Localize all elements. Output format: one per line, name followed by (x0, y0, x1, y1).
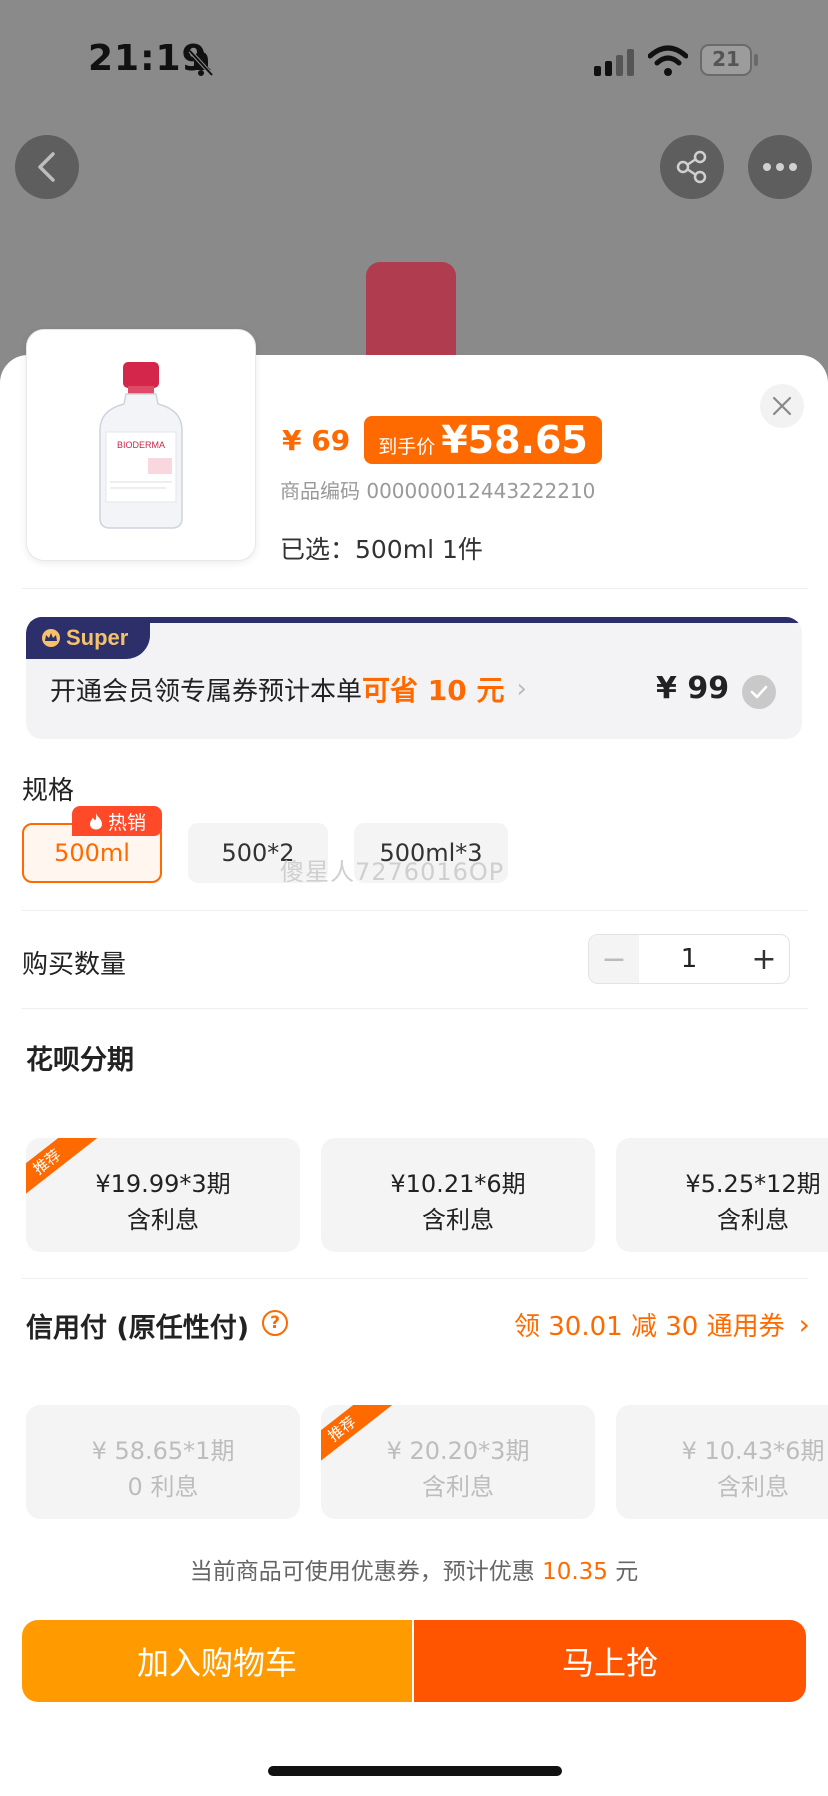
quantity-value[interactable]: 1 (639, 935, 739, 983)
plan-amount: ¥10.21*6期 (390, 1170, 526, 1198)
credit-plan-3[interactable]: 推荐 ¥ 20.20*3期 含利息 (321, 1405, 595, 1519)
share-icon (676, 150, 707, 184)
coupon-discount-note: 当前商品可使用优惠券，预计优惠 10.35 元 (0, 1552, 828, 1586)
spec-label: 规格 (22, 776, 75, 806)
add-to-cart-button[interactable]: 加入购物车 (22, 1620, 412, 1702)
credit-pay-title: 信用付 (原任性付) (26, 1313, 250, 1344)
buy-now-button[interactable]: 马上抢 (414, 1620, 806, 1702)
close-button[interactable] (760, 384, 804, 428)
super-tag-text: Super (66, 625, 129, 650)
plan-amount: ¥ 58.65*1期 (91, 1437, 235, 1465)
divider (22, 910, 808, 911)
flame-icon (89, 813, 102, 830)
back-button[interactable] (15, 135, 79, 199)
quantity-decrease-button[interactable]: − (589, 935, 639, 983)
credit-plan-6[interactable]: ¥ 10.43*6期 含利息 (616, 1405, 828, 1519)
final-price-value: ¥58.65 (441, 418, 588, 462)
plan-interest: 含利息 (422, 1473, 494, 1501)
battery-level: 21 (712, 47, 740, 71)
mute-bell-icon (188, 49, 214, 77)
super-promo-label: 开通会员领专属券预计本单 (50, 676, 363, 707)
chevron-left-icon (38, 152, 55, 182)
super-checkbox[interactable] (742, 675, 776, 709)
huabei-plan-6[interactable]: ¥10.21*6期 含利息 (321, 1138, 595, 1252)
huabei-plan-3[interactable]: 推荐 ¥19.99*3期 含利息 (26, 1138, 300, 1252)
plan-amount: ¥19.99*3期 (95, 1170, 231, 1198)
final-price-label: 到手价 (378, 436, 436, 458)
plan-interest: 含利息 (422, 1206, 494, 1234)
product-brand-text: BIODERMA (117, 440, 165, 450)
super-membership-banner[interactable]: Super 开通会员领专属券预计本单 可省 10 元 › ¥ 99 (26, 617, 802, 739)
quantity-stepper: − 1 + (588, 934, 790, 984)
super-tag: Super (26, 617, 150, 659)
signal-icon (594, 49, 634, 76)
price-row: ¥ 69 到手价 ¥58.65 (282, 416, 602, 464)
quantity-increase-button[interactable]: + (739, 935, 789, 983)
battery-icon: 21 (700, 44, 758, 76)
super-save-amount: 可省 10 元 (362, 674, 505, 707)
discount-note-prefix: 当前商品可使用优惠券，预计优惠 (189, 1559, 543, 1585)
discount-amount: 10.35 (542, 1559, 608, 1585)
more-button[interactable] (748, 135, 812, 199)
status-bar: 21:19 21 (0, 0, 828, 120)
home-indicator[interactable] (268, 1766, 562, 1776)
huabei-plan-12[interactable]: ¥5.25*12期 含利息 (616, 1138, 828, 1252)
plan-interest: 0 利息 (127, 1473, 199, 1501)
coupon-link[interactable]: 领 30.01 减 30 通用券 › (514, 1306, 810, 1343)
super-promo-text: 开通会员领专属券预计本单 可省 10 元 › (50, 659, 527, 719)
share-button[interactable] (660, 135, 724, 199)
final-price-badge: 到手价 ¥58.65 (364, 416, 602, 464)
divider (22, 1278, 808, 1279)
quantity-label: 购买数量 (22, 950, 127, 980)
price-original: ¥ 69 (282, 423, 351, 457)
plan-amount: ¥ 20.20*3期 (386, 1437, 530, 1465)
wifi-icon (648, 45, 688, 76)
plan-amount: ¥ 10.43*6期 (681, 1437, 825, 1465)
help-icon[interactable]: ? (262, 1310, 288, 1336)
selected-summary: 已选：500ml 1件 (280, 535, 483, 564)
coupon-text: 领 30.01 减 30 通用券 (514, 1312, 785, 1342)
plan-interest: 含利息 (717, 1206, 789, 1234)
hot-sale-text: 热销 (107, 811, 146, 834)
more-dots-icon (763, 163, 797, 171)
plan-interest: 含利息 (717, 1473, 789, 1501)
product-bottle-image: BIODERMA (99, 362, 183, 529)
crown-icon (42, 629, 60, 647)
super-membership-price: ¥ 99 (656, 671, 730, 706)
discount-note-suffix: 元 (607, 1559, 639, 1585)
hot-sale-badge: 热销 (72, 806, 162, 836)
close-icon (772, 396, 792, 416)
plan-amount: ¥5.25*12期 (685, 1170, 821, 1198)
credit-plan-1[interactable]: ¥ 58.65*1期 0 利息 (26, 1405, 300, 1519)
plan-interest: 含利息 (127, 1206, 199, 1234)
product-thumbnail[interactable]: BIODERMA (26, 329, 256, 561)
chevron-right-icon: › (798, 1308, 810, 1341)
huabei-title: 花呗分期 (26, 1045, 134, 1076)
divider (22, 588, 808, 589)
chevron-right-icon: › (516, 674, 527, 704)
watermark-text: 傻星人7276016OP (280, 858, 505, 886)
divider (22, 1008, 808, 1009)
product-code: 商品编码 000000012443222210 (280, 479, 596, 503)
check-icon (750, 685, 768, 699)
